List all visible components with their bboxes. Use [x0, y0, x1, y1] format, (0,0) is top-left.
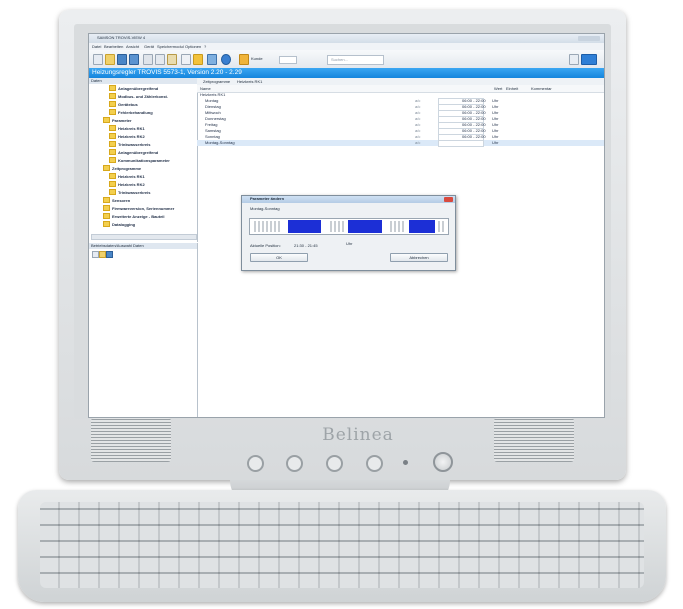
copy-icon[interactable] — [155, 54, 165, 65]
nav-item[interactable]: Anlagenübergreifend — [109, 149, 158, 156]
nav-item[interactable]: Kommunikationsparameter — [109, 157, 170, 164]
operating-data-panel: Betriebsdaten/Auswahl Daten — [89, 243, 198, 417]
brand-logo: Belinea — [322, 425, 394, 445]
position-unit: Uhr — [346, 241, 353, 246]
search-input[interactable]: Suchen... — [327, 55, 384, 65]
nav-item[interactable]: Firmwareversion, Seriennummer — [103, 205, 174, 212]
nav-item[interactable]: Zeitprogramme — [103, 165, 141, 172]
active-time-block[interactable] — [288, 220, 321, 233]
cancel-button[interactable]: Abbrechen — [390, 253, 448, 262]
nav-item[interactable]: Anlagenübergreifend — [109, 85, 158, 92]
right-speaker-grill — [494, 418, 574, 462]
customer-label: Kunde — [251, 56, 263, 61]
monitor-icon[interactable] — [106, 251, 113, 258]
ist-icon[interactable] — [181, 54, 191, 65]
parameter-dialog: Parameter ändern Montag-Sonntag Aktuelle… — [241, 195, 456, 271]
row-name: Montag-Sonntag — [205, 140, 235, 145]
monitor-button[interactable] — [286, 455, 303, 472]
nav-header: Daten — [89, 78, 197, 84]
nav-item[interactable]: Erweiterte Anzeige - Bauteil — [103, 213, 165, 220]
table-row-selected[interactable]: Montag-Sonntag a/c Uhr — [197, 140, 604, 147]
filter-icon[interactable] — [569, 54, 579, 65]
navigation-tree: Daten Anlagenübergreifend Modbus- und Zä… — [89, 78, 198, 242]
close-icon[interactable] — [444, 197, 453, 202]
connection-icon[interactable] — [581, 54, 597, 65]
folder-icon[interactable] — [99, 251, 106, 258]
operating-data-title: Betriebsdaten/Auswahl Daten — [91, 243, 144, 248]
position-label: Aktuelle Position: — [250, 243, 281, 248]
device-title: Heizungsregler TROVIS 5573-1, Version 2.… — [92, 69, 242, 76]
dialog-titlebar: Parameter ändern — [242, 196, 455, 203]
active-time-block[interactable] — [409, 220, 435, 233]
keyboard-keys — [40, 502, 644, 588]
open-icon[interactable] — [105, 54, 115, 65]
left-speaker-grill — [91, 418, 171, 462]
customer-dropdown[interactable] — [279, 56, 297, 64]
nav-item[interactable]: Heizkreis RK1 — [109, 173, 145, 180]
customer-icon[interactable] — [239, 54, 249, 65]
nav-item[interactable]: Parameter — [103, 117, 132, 124]
nav-item[interactable]: Heizkreis RK1 — [109, 125, 145, 132]
nav-scrollbar[interactable] — [91, 234, 197, 240]
nav-title: Daten — [91, 78, 102, 83]
power-button[interactable] — [433, 452, 453, 472]
nav-item[interactable]: Fehlerbehandlung — [109, 109, 153, 116]
nav-item[interactable]: Gerätebus — [109, 101, 138, 108]
doc-icon[interactable] — [92, 251, 99, 258]
nav-item[interactable]: Datalogging — [103, 221, 135, 228]
active-time-block[interactable] — [348, 220, 382, 233]
nav-item[interactable]: Trinkwasserkreis — [109, 189, 150, 196]
monitor-button[interactable] — [366, 455, 383, 472]
dialog-title: Parameter ändern — [250, 196, 285, 201]
ok-button[interactable]: OK — [250, 253, 308, 262]
window-controls[interactable] — [578, 36, 600, 41]
save-icon[interactable] — [117, 54, 127, 65]
row-prefix: a/c — [415, 140, 421, 145]
read-device-icon[interactable] — [129, 54, 139, 65]
tool-icon[interactable] — [207, 54, 217, 65]
row-unit: Uhr — [492, 140, 499, 145]
nav-item[interactable]: Heizkreis RK2 — [109, 133, 145, 140]
nav-item[interactable]: Heizkreis RK2 — [109, 181, 145, 188]
screen: SAMSON TROVIS-VIEW 4 Datei Bearbeiten An… — [88, 33, 605, 418]
online-icon[interactable] — [193, 54, 203, 65]
operating-data-header: Betriebsdaten/Auswahl Daten — [89, 243, 197, 249]
time-schedule-bar[interactable] — [249, 218, 449, 235]
window-titlebar: SAMSON TROVIS-VIEW 4 — [89, 34, 604, 43]
window-title: SAMSON TROVIS-VIEW 4 — [97, 35, 146, 40]
keyboard — [18, 490, 666, 602]
nav-item[interactable]: Sensoren — [103, 197, 130, 204]
device-header: Heizungsregler TROVIS 5573-1, Version 2.… — [89, 68, 604, 78]
paste-icon[interactable] — [167, 54, 177, 65]
row-value-box[interactable] — [438, 140, 484, 147]
search-placeholder: Suchen... — [331, 57, 348, 62]
monitor-button[interactable] — [326, 455, 343, 472]
nav-item[interactable]: Modbus- und Zählerkonst. — [109, 93, 168, 100]
new-icon[interactable] — [93, 54, 103, 65]
power-led — [403, 460, 408, 465]
dialog-subtitle: Montag-Sonntag — [250, 206, 280, 211]
help-icon[interactable] — [221, 54, 231, 65]
nav-item[interactable]: Trinkwasserkreis — [109, 141, 150, 148]
cut-icon[interactable] — [143, 54, 153, 65]
monitor-button[interactable] — [247, 455, 264, 472]
position-value: 21:30 - 21:45 — [294, 243, 318, 248]
